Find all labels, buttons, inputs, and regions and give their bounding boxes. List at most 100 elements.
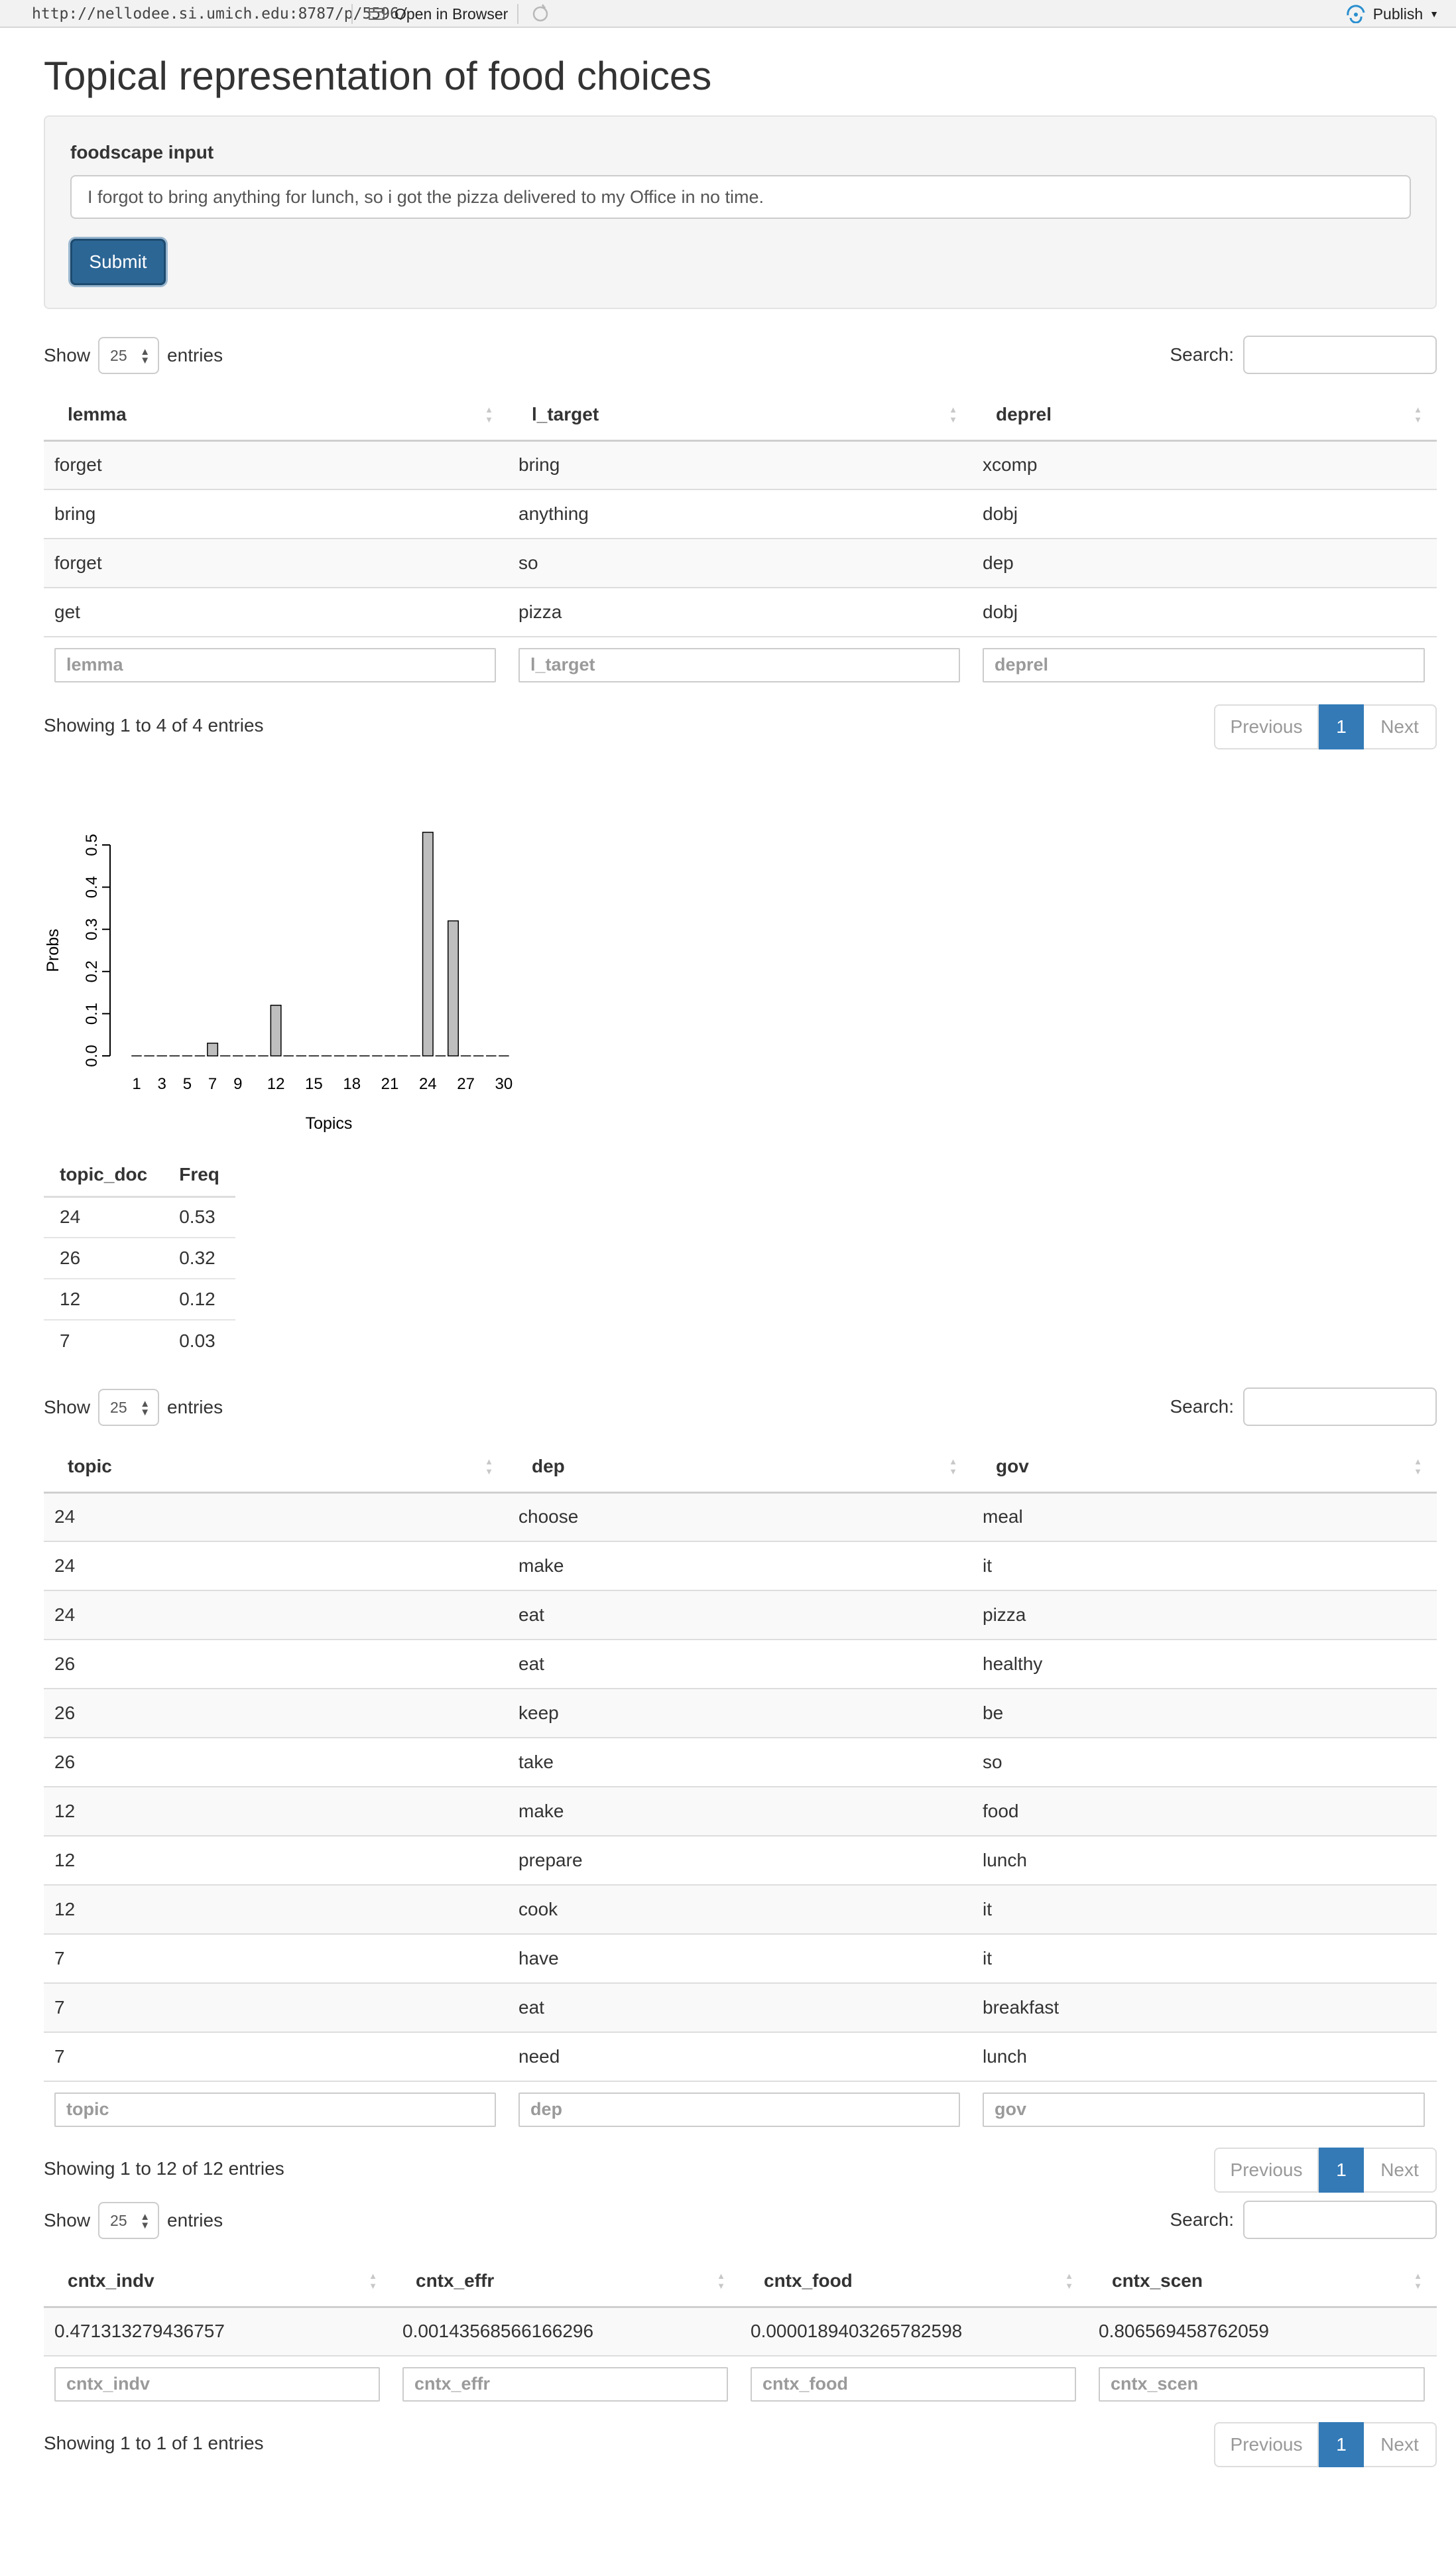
- page-length-select[interactable]: 25 ▲ ▼: [98, 337, 160, 374]
- x-tick-label: 9: [233, 1075, 242, 1093]
- table-row[interactable]: 7 eat breakfast: [44, 1982, 1437, 2032]
- page-length-value: 25: [110, 346, 127, 364]
- page-length-control: Show 25 ▲ ▼ entries: [44, 1389, 223, 1426]
- table-row[interactable]: 26 take so: [44, 1737, 1437, 1787]
- column-header-cntx-indv[interactable]: cntx_indv ▲ ▼: [44, 2256, 392, 2308]
- publish-button[interactable]: Publish ▼: [1345, 3, 1439, 25]
- column-header-l-target[interactable]: l_target ▲ ▼: [508, 390, 972, 442]
- table-cell: bring: [44, 489, 508, 539]
- table-cell: have: [508, 1933, 972, 1983]
- previous-button[interactable]: Previous: [1214, 2422, 1319, 2467]
- page-length-value: 25: [110, 2211, 127, 2229]
- previous-button[interactable]: Previous: [1214, 704, 1319, 749]
- page-button-current[interactable]: 1: [1319, 2148, 1364, 2193]
- table-cell: get: [44, 587, 508, 637]
- table-row[interactable]: 12 cook it: [44, 1884, 1437, 1934]
- table-row[interactable]: 26 eat healthy: [44, 1639, 1437, 1689]
- table-row[interactable]: 26 keep be: [44, 1688, 1437, 1738]
- pagination: Previous 1 Next: [1214, 2422, 1437, 2467]
- sort-icon: ▲ ▼: [1065, 2271, 1073, 2291]
- open-in-browser-button[interactable]: Open in Browser: [368, 3, 508, 25]
- submit-button[interactable]: Submit: [70, 239, 166, 285]
- table-cell: so: [508, 538, 972, 588]
- table-row[interactable]: forget so dep: [44, 538, 1437, 588]
- topic-frequency-table: topic_doc Freq 24 0.53 26 0.32 12 0.12 7 0.0…: [44, 1154, 235, 1361]
- search-input[interactable]: [1243, 2201, 1437, 2239]
- table-cell: so: [972, 1737, 1437, 1787]
- table-row[interactable]: 24 choose meal: [44, 1492, 1437, 1541]
- y-axis-label: Probs: [44, 929, 62, 972]
- table-row[interactable]: 0.471313279436757 0.00143568566166296 0.…: [44, 2306, 1437, 2356]
- column-header-deprel[interactable]: deprel ▲ ▼: [972, 390, 1437, 442]
- x-tick-label: 24: [419, 1075, 437, 1093]
- filter-input-lemma[interactable]: lemma: [54, 647, 496, 682]
- table-cell: 24: [44, 1590, 508, 1640]
- filter-input-cntx-scen[interactable]: cntx_scen: [1099, 2366, 1425, 2402]
- table-cell: healthy: [972, 1639, 1437, 1689]
- next-button[interactable]: Next: [1364, 2148, 1437, 2193]
- filter-input-topic[interactable]: topic: [54, 2092, 496, 2127]
- column-header-cntx-effr[interactable]: cntx_effr ▲ ▼: [392, 2256, 740, 2308]
- column-header-gov[interactable]: gov ▲ ▼: [972, 1442, 1437, 1494]
- filter-input-deprel[interactable]: deprel: [983, 647, 1425, 682]
- bar: [448, 920, 459, 1057]
- table-row[interactable]: 24 eat pizza: [44, 1590, 1437, 1640]
- table-row[interactable]: 12 prepare lunch: [44, 1835, 1437, 1885]
- foodscape-input[interactable]: [70, 175, 1411, 219]
- table-cell: 0.806569458762059: [1088, 2306, 1437, 2356]
- y-tick-label: 0.2: [83, 960, 101, 982]
- column-header-lemma[interactable]: lemma ▲ ▼: [44, 390, 508, 442]
- table-row[interactable]: 12 make food: [44, 1786, 1437, 1836]
- table-cell: anything: [508, 489, 972, 539]
- column-header-dep[interactable]: dep ▲ ▼: [508, 1442, 972, 1494]
- filter-input-l-target[interactable]: l_target: [518, 647, 960, 682]
- table-cell: 0.32: [163, 1238, 235, 1279]
- table-row[interactable]: 24 make it: [44, 1541, 1437, 1590]
- page-length-select[interactable]: 25 ▲ ▼: [98, 2202, 160, 2239]
- x-tick-label: 30: [495, 1075, 513, 1093]
- x-tick-label: 12: [267, 1075, 285, 1093]
- context-table: cntx_indv ▲ ▼ cntx_effr ▲ ▼ cntx_food ▲ ▼ cntx…: [44, 2256, 1437, 2412]
- table-row[interactable]: get pizza dobj: [44, 587, 1437, 637]
- column-header-cntx-scen[interactable]: cntx_scen ▲ ▼: [1088, 2256, 1437, 2308]
- table-row[interactable]: forget bring xcomp: [44, 440, 1437, 489]
- bar: [422, 832, 434, 1057]
- search-input[interactable]: [1243, 336, 1437, 374]
- sort-icon: ▲ ▼: [485, 405, 493, 424]
- table-cell: make: [508, 1541, 972, 1590]
- table-cell: pizza: [508, 587, 972, 637]
- show-label: Show: [44, 1397, 91, 1417]
- table-row[interactable]: 7 have it: [44, 1933, 1437, 1983]
- y-tick-label: 0.3: [83, 919, 101, 940]
- filter-input-cntx-indv[interactable]: cntx_indv: [54, 2366, 380, 2402]
- table-row[interactable]: bring anything dobj: [44, 489, 1437, 539]
- column-header-topic[interactable]: topic ▲ ▼: [44, 1442, 508, 1494]
- x-tick-label: 7: [208, 1075, 217, 1093]
- next-button[interactable]: Next: [1364, 704, 1437, 749]
- open-in-browser-label: Open in Browser: [394, 5, 509, 23]
- page-button-current[interactable]: 1: [1319, 2422, 1364, 2467]
- filter-input-cntx-food[interactable]: cntx_food: [751, 2366, 1076, 2402]
- column-header-freq: Freq: [163, 1154, 235, 1198]
- table-cell: 0.0000189403265782598: [740, 2306, 1088, 2356]
- table-cell: cook: [508, 1884, 972, 1934]
- filter-input-gov[interactable]: gov: [983, 2092, 1425, 2127]
- previous-button[interactable]: Previous: [1214, 2148, 1319, 2193]
- search-input[interactable]: [1243, 1387, 1437, 1426]
- table-row[interactable]: 7 need lunch: [44, 2031, 1437, 2081]
- table-cell: eat: [508, 1590, 972, 1640]
- x-axis-label: Topics: [306, 1114, 353, 1133]
- page-button-current[interactable]: 1: [1319, 704, 1364, 749]
- table-cell: 12: [44, 1835, 508, 1885]
- show-label: Show: [44, 345, 91, 365]
- sort-icon: ▲ ▼: [1414, 405, 1422, 424]
- column-header-cntx-food[interactable]: cntx_food ▲ ▼: [740, 2256, 1088, 2308]
- sort-icon: ▲ ▼: [949, 1456, 957, 1476]
- table-cell: pizza: [972, 1590, 1437, 1640]
- refresh-icon[interactable]: [530, 4, 550, 24]
- page-length-select[interactable]: 25 ▲ ▼: [98, 1389, 160, 1426]
- filter-input-cntx-effr[interactable]: cntx_effr: [402, 2366, 728, 2402]
- next-button[interactable]: Next: [1364, 2422, 1437, 2467]
- filter-input-dep[interactable]: dep: [518, 2092, 960, 2127]
- table-cell: 24: [44, 1492, 508, 1541]
